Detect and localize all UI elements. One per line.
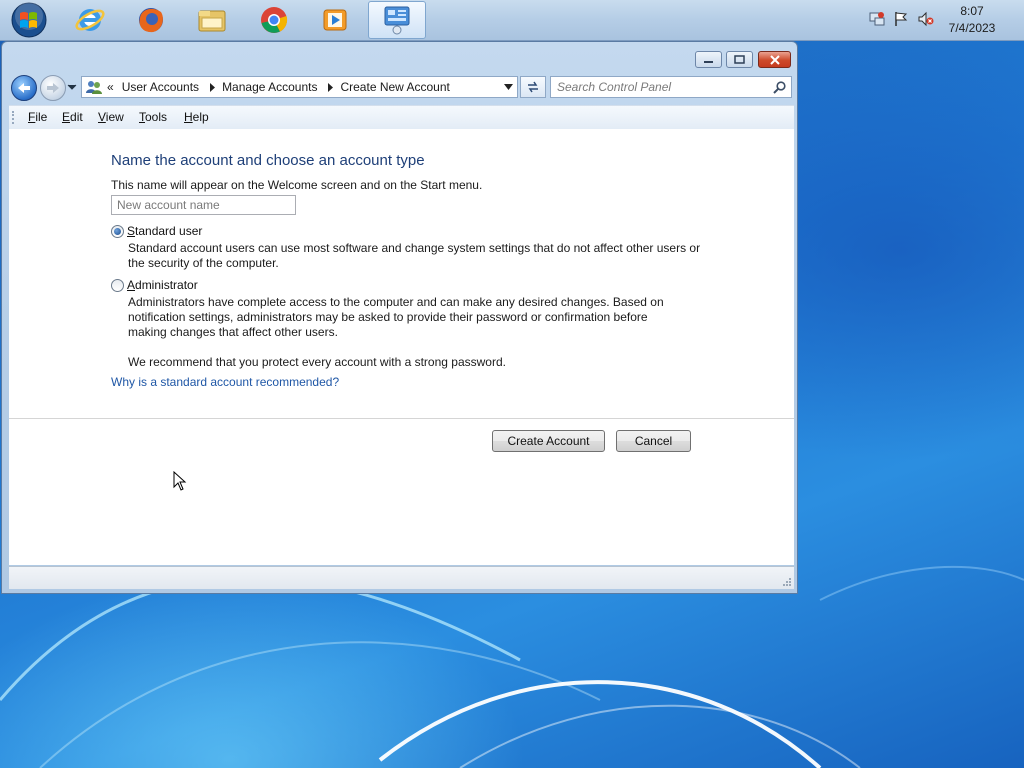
page-heading: Name the account and choose an account t… — [111, 152, 425, 169]
administrator-description-line1: Administrators have complete access to t… — [128, 295, 664, 309]
menu-edit[interactable]: Edit — [62, 110, 83, 124]
standard-user-radio[interactable] — [111, 225, 124, 238]
radio-selected-dot — [114, 228, 121, 235]
address-bar[interactable]: « User Accounts Manage Accounts Create N… — [81, 76, 518, 98]
breadcrumb-create-new-account[interactable]: Create New Account — [340, 80, 449, 94]
administrator-description-line2: notification settings, administrators ma… — [128, 310, 648, 324]
taskbar-firefox[interactable] — [122, 1, 180, 39]
refresh-icon — [528, 81, 538, 93]
breadcrumb-overflow[interactable]: « — [107, 80, 114, 94]
volume-muted-icon[interactable] — [918, 11, 934, 27]
taskbar-windows-explorer[interactable] — [183, 1, 241, 39]
search-input[interactable] — [557, 79, 762, 95]
close-icon — [769, 54, 780, 65]
folder-icon — [198, 10, 226, 32]
control-panel-window: « User Accounts Manage Accounts Create N… — [1, 41, 798, 594]
chrome-icon — [261, 7, 288, 33]
back-button[interactable] — [11, 75, 37, 101]
menu-tools[interactable]: Tools — [139, 110, 167, 124]
maximize-button[interactable] — [726, 51, 753, 68]
content-pane: Name the account and choose an account t… — [9, 129, 794, 565]
taskbar-chrome[interactable] — [245, 1, 303, 39]
standard-user-description-line2: the security of the computer. — [128, 256, 279, 270]
minimize-icon — [704, 60, 713, 63]
create-account-button[interactable]: Create Account — [492, 430, 605, 452]
breadcrumb-user-accounts[interactable]: User Accounts — [122, 80, 199, 94]
search-icon[interactable] — [773, 81, 786, 94]
menu-view[interactable]: View — [98, 110, 124, 124]
menu-grip — [12, 111, 16, 124]
menu-help[interactable]: Help — [184, 110, 209, 124]
resize-grip-icon[interactable] — [782, 577, 792, 587]
standard-user-label[interactable]: Standard user — [127, 224, 202, 238]
maximize-icon — [734, 55, 745, 64]
system-clock[interactable]: 8:07 7/4/2023 — [942, 3, 1002, 37]
taskbar-control-panel[interactable] — [368, 1, 426, 39]
forward-button[interactable] — [40, 75, 66, 101]
mouse-pointer-icon — [173, 471, 187, 491]
navigation-bar: « User Accounts Manage Accounts Create N… — [9, 75, 794, 103]
content-divider — [9, 418, 794, 419]
close-button[interactable] — [758, 51, 791, 68]
refresh-button[interactable] — [520, 76, 546, 98]
clock-time: 8:07 — [960, 4, 984, 18]
account-name-input[interactable] — [111, 195, 296, 215]
password-recommendation-text: We recommend that you protect every acco… — [128, 355, 506, 369]
menu-file[interactable]: File — [28, 110, 47, 124]
intro-text: This name will appear on the Welcome scr… — [111, 178, 483, 192]
cancel-button[interactable]: Cancel — [616, 430, 691, 452]
administrator-description-line3: making changes that affect other users. — [128, 325, 338, 339]
administrator-radio[interactable] — [111, 279, 124, 292]
menu-bar: File Edit View Tools Help — [9, 105, 794, 130]
breadcrumb-arrow-icon[interactable] — [209, 82, 216, 92]
breadcrumb-arrow-icon[interactable] — [327, 82, 334, 92]
administrator-label[interactable]: Administrator — [127, 278, 198, 292]
user-accounts-icon — [86, 81, 102, 94]
status-bar — [9, 566, 794, 589]
why-standard-account-link[interactable]: Why is a standard account recommended? — [111, 375, 339, 389]
minimize-button[interactable] — [695, 51, 722, 68]
back-arrow-icon — [18, 83, 30, 93]
taskbar: 8:07 7/4/2023 — [0, 0, 1024, 41]
windows-orb-icon — [11, 2, 47, 38]
action-center-flag-icon[interactable] — [893, 11, 909, 27]
breadcrumb-manage-accounts[interactable]: Manage Accounts — [222, 80, 317, 94]
taskbar-internet-explorer[interactable] — [61, 1, 119, 39]
firefox-icon — [139, 8, 163, 33]
search-box[interactable] — [550, 76, 792, 98]
control-panel-icon — [384, 6, 410, 35]
standard-user-description-line1: Standard account users can use most soft… — [128, 241, 701, 255]
address-dropdown-icon[interactable] — [504, 84, 513, 90]
media-player-icon — [323, 9, 347, 31]
start-button[interactable] — [0, 1, 58, 39]
recent-pages-chevron-icon[interactable] — [67, 84, 77, 91]
internet-explorer-icon — [75, 9, 105, 31]
taskbar-media-player[interactable] — [306, 1, 364, 39]
clock-date: 7/4/2023 — [948, 21, 996, 35]
network-icon[interactable] — [869, 11, 885, 27]
forward-arrow-icon — [47, 83, 59, 93]
